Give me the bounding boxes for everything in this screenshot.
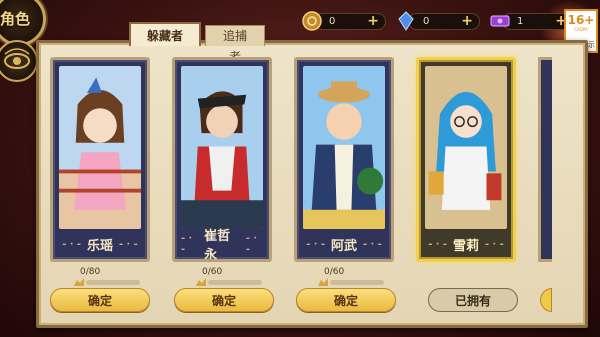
shard-progress-bar [86,280,140,285]
shard-count: 0/80 [80,267,101,277]
ticket-value: 1 [517,15,524,27]
character-portrait [181,66,263,229]
crystal-value: 0 [423,15,430,27]
coin-value: 0 [329,15,336,27]
eye-icon[interactable] [0,40,38,82]
character-portrait [59,66,141,229]
currency-ticket: 1 + [490,11,574,31]
character-name: - · - 阿武 - · - [306,238,382,254]
age-rating-org: CADPA [574,27,588,32]
currency-pill: 0 + [314,12,386,30]
tab-seeker[interactable]: 追捕者 [205,25,265,64]
character-card-cuizheyong[interactable]: - · - 崔哲永 - · - [172,57,272,262]
character-card-partial[interactable] [538,57,552,262]
character-portrait [425,66,507,229]
shard-progress: 0/60 [172,267,272,289]
currency-crystal: 0 + [396,11,480,31]
shard-count: 0/60 [324,267,345,277]
character-card-awu[interactable]: - · - 阿武 - · - [294,57,394,262]
purple-ticket-icon [490,15,510,27]
character-card-xueli[interactable]: - · - 雪莉 - · - [416,57,516,262]
shard-progress: 0/60 [294,267,394,289]
shard-progress-bar [208,280,262,285]
currency-pill: 0 + [408,12,480,30]
shard-icon [74,278,84,286]
character-name: - · - 雪莉 - · - [428,238,504,254]
add-crystal-button[interactable]: + [461,14,473,28]
character-name: - · - 乐瑶 - · - [62,238,138,254]
confirm-button-cuizheyong[interactable]: 确定 [174,288,274,312]
add-coin-button[interactable]: + [367,14,379,28]
role-title: 角色 [0,10,31,28]
shard-progress: 0/80 [50,267,150,289]
coin-icon [302,11,322,31]
confirm-button-awu[interactable]: 确定 [296,288,396,312]
owned-button-xueli: 已拥有 [428,288,518,312]
character-card-leyao[interactable]: - · - 乐瑶 - · - [50,57,150,262]
shard-progress-bar [330,280,384,285]
shard-count: 0/60 [202,267,223,277]
character-portrait [303,66,385,229]
character-name: - · - 崔哲永 - · - [181,229,257,262]
confirm-button-leyao[interactable]: 确定 [50,288,150,312]
tab-hider[interactable]: 躲藏者 [129,22,201,46]
age-rating: 16+ [567,13,595,27]
blue-crystal-icon [398,11,414,31]
shard-icon [318,278,328,286]
currency-coin: 0 + [302,11,386,31]
shard-icon [196,278,206,286]
